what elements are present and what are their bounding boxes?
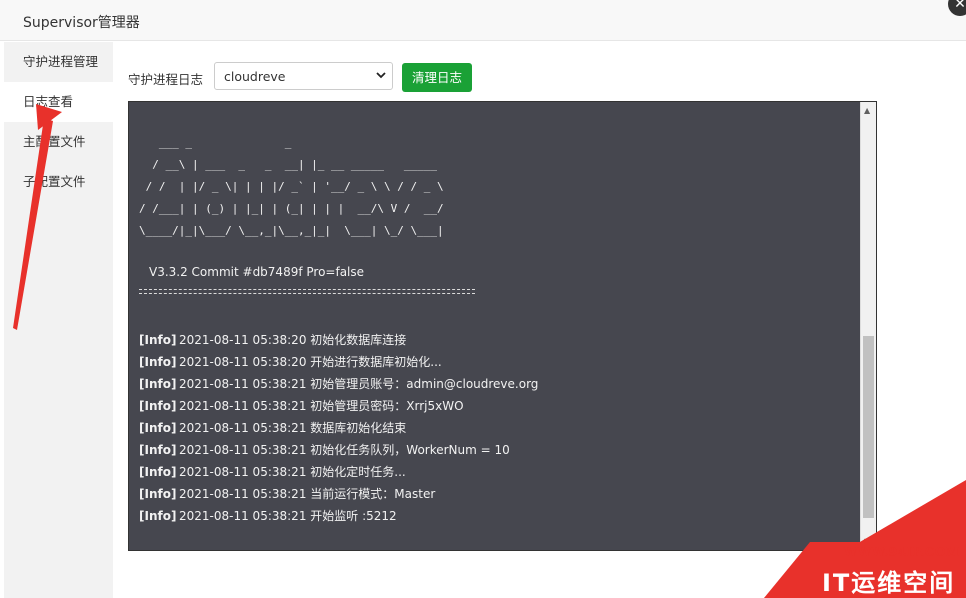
watermark-logo-text: IT运维空间 <box>822 569 956 597</box>
watermark-url: WWW.94IP.COM <box>844 545 960 559</box>
